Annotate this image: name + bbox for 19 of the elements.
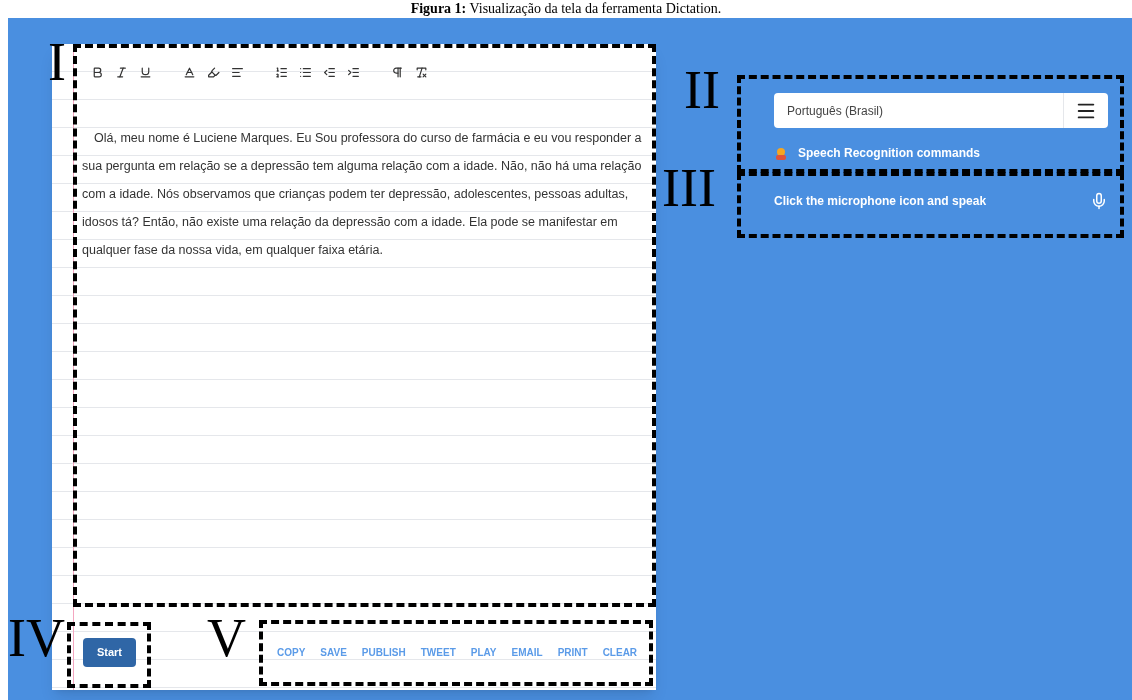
language-select[interactable]: Português (Brasil): [774, 93, 1108, 128]
figure-caption: Figura 1: Visualização da tela da ferramenta Dictation.: [410, 1, 722, 17]
action-link[interactable]: EMAIL: [511, 644, 543, 660]
annotation-label: II: [684, 62, 720, 118]
action-link[interactable]: PUBLISH: [361, 644, 406, 660]
action-link[interactable]: PRINT: [557, 644, 588, 660]
commands-link[interactable]: Speech Recognition commands: [798, 144, 981, 162]
mic-prompt: Click the microphone icon and speak: [774, 193, 987, 210]
action-link[interactable]: SAVE: [320, 644, 347, 660]
action-link[interactable]: PLAY: [470, 644, 497, 660]
annotation-label: III: [662, 160, 716, 216]
microphone-icon[interactable]: [1090, 192, 1108, 210]
action-link[interactable]: TWEET: [420, 644, 456, 660]
action-link[interactable]: COPY: [277, 644, 306, 660]
start-button[interactable]: Start: [83, 637, 136, 667]
action-link[interactable]: CLEAR: [602, 644, 638, 660]
annotation-label: V: [207, 610, 246, 666]
transcript-text: Olá, meu nome é Luciene Marques. Eu Sou professora do curso de farmácia e eu vou responder a sua pergunta em relação se a depressão tem alguma relação com a idade. Não, não há uma relação com a idade. Nós observamos que crianças podem ter depressão, adolescentes, pessoas adultas, idosos tá? Então, não existe uma relação da depressão com a idade. Ela pode se manifestar em qualquer fase da nossa vida, em qualquer faixa etária.: [81, 130, 643, 259]
language-value: Português (Brasil): [786, 102, 885, 120]
